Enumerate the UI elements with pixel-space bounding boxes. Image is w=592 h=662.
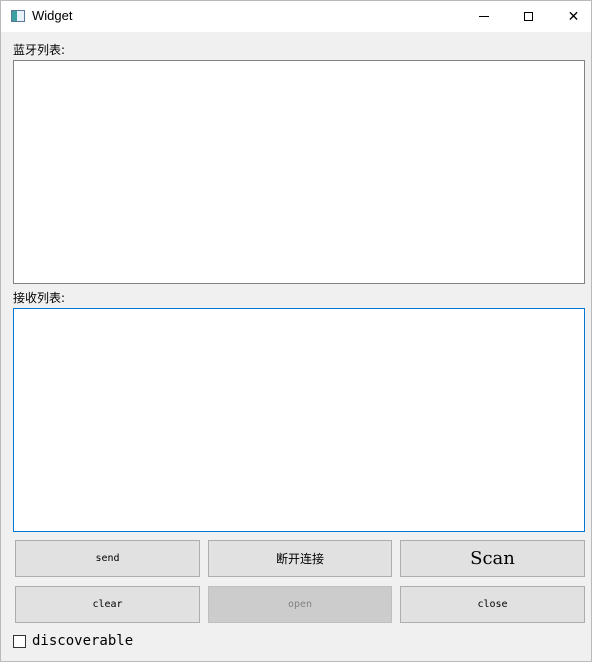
bluetooth-list-label: 蓝牙列表: xyxy=(13,43,66,57)
discoverable-label[interactable]: discoverable xyxy=(32,633,133,649)
discoverable-checkbox[interactable] xyxy=(13,634,26,648)
app-window-icon xyxy=(11,10,25,22)
close-window-button[interactable]: ✕ xyxy=(551,1,591,32)
minimize-button[interactable] xyxy=(461,1,506,32)
widget-window: Widget ✕ 蓝牙列表: 接收列表: send 断开连接 Scan clea… xyxy=(0,0,592,662)
title-bar[interactable]: Widget ✕ xyxy=(1,1,591,32)
maximize-icon xyxy=(524,12,533,21)
bluetooth-device-list[interactable] xyxy=(13,60,585,284)
receive-list-label: 接收列表: xyxy=(13,291,66,305)
window-title: Widget xyxy=(32,8,73,23)
maximize-button[interactable] xyxy=(506,1,551,32)
close-icon: ✕ xyxy=(567,8,580,25)
scan-button[interactable]: Scan xyxy=(400,540,585,577)
minimize-icon xyxy=(478,16,489,17)
clear-button[interactable]: clear xyxy=(15,586,200,623)
disconnect-button[interactable]: 断开连接 xyxy=(208,540,392,577)
receive-list[interactable] xyxy=(13,308,585,532)
send-button[interactable]: send xyxy=(15,540,200,577)
close-button[interactable]: close xyxy=(400,586,585,623)
discoverable-option[interactable]: discoverable xyxy=(13,633,133,649)
open-button: open xyxy=(208,586,392,623)
